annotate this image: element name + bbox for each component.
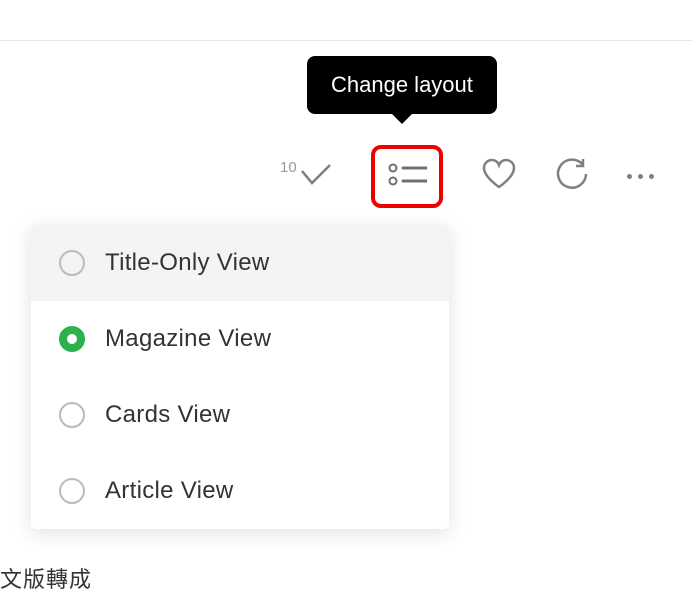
refresh-icon [555,157,589,196]
layout-option-label: Title-Only View [105,249,270,277]
layout-option-cards[interactable]: Cards View [31,377,449,453]
layout-option-label: Cards View [105,401,230,429]
layout-option-label: Article View [105,477,234,505]
more-dot-icon [627,174,632,179]
radio-icon [59,402,85,428]
mark-read-button[interactable]: 10 [280,161,333,192]
layout-option-magazine[interactable]: Magazine View [31,301,449,377]
layout-dropdown: Title-Only View Magazine View Cards View… [31,225,449,529]
unread-count: 10 [280,159,297,176]
radio-icon [59,250,85,276]
more-dot-icon [649,174,654,179]
favorite-button[interactable] [481,158,517,195]
more-dot-icon [638,174,643,179]
heart-icon [481,158,517,195]
layout-option-title-only[interactable]: Title-Only View [31,225,449,301]
change-layout-button[interactable] [371,145,443,208]
page-fragment-text: 文版轉成 [0,562,92,594]
more-button[interactable] [627,174,654,179]
top-divider [0,40,692,41]
tooltip-change-layout: Change layout [307,56,497,114]
checkmark-icon [299,161,333,192]
toolbar: 10 [280,145,654,208]
radio-icon [59,478,85,504]
tooltip-text: Change layout [331,72,473,97]
layout-option-label: Magazine View [105,325,271,353]
list-icon [387,159,427,194]
refresh-button[interactable] [555,157,589,196]
radio-icon [59,326,85,352]
layout-option-article[interactable]: Article View [31,453,449,529]
